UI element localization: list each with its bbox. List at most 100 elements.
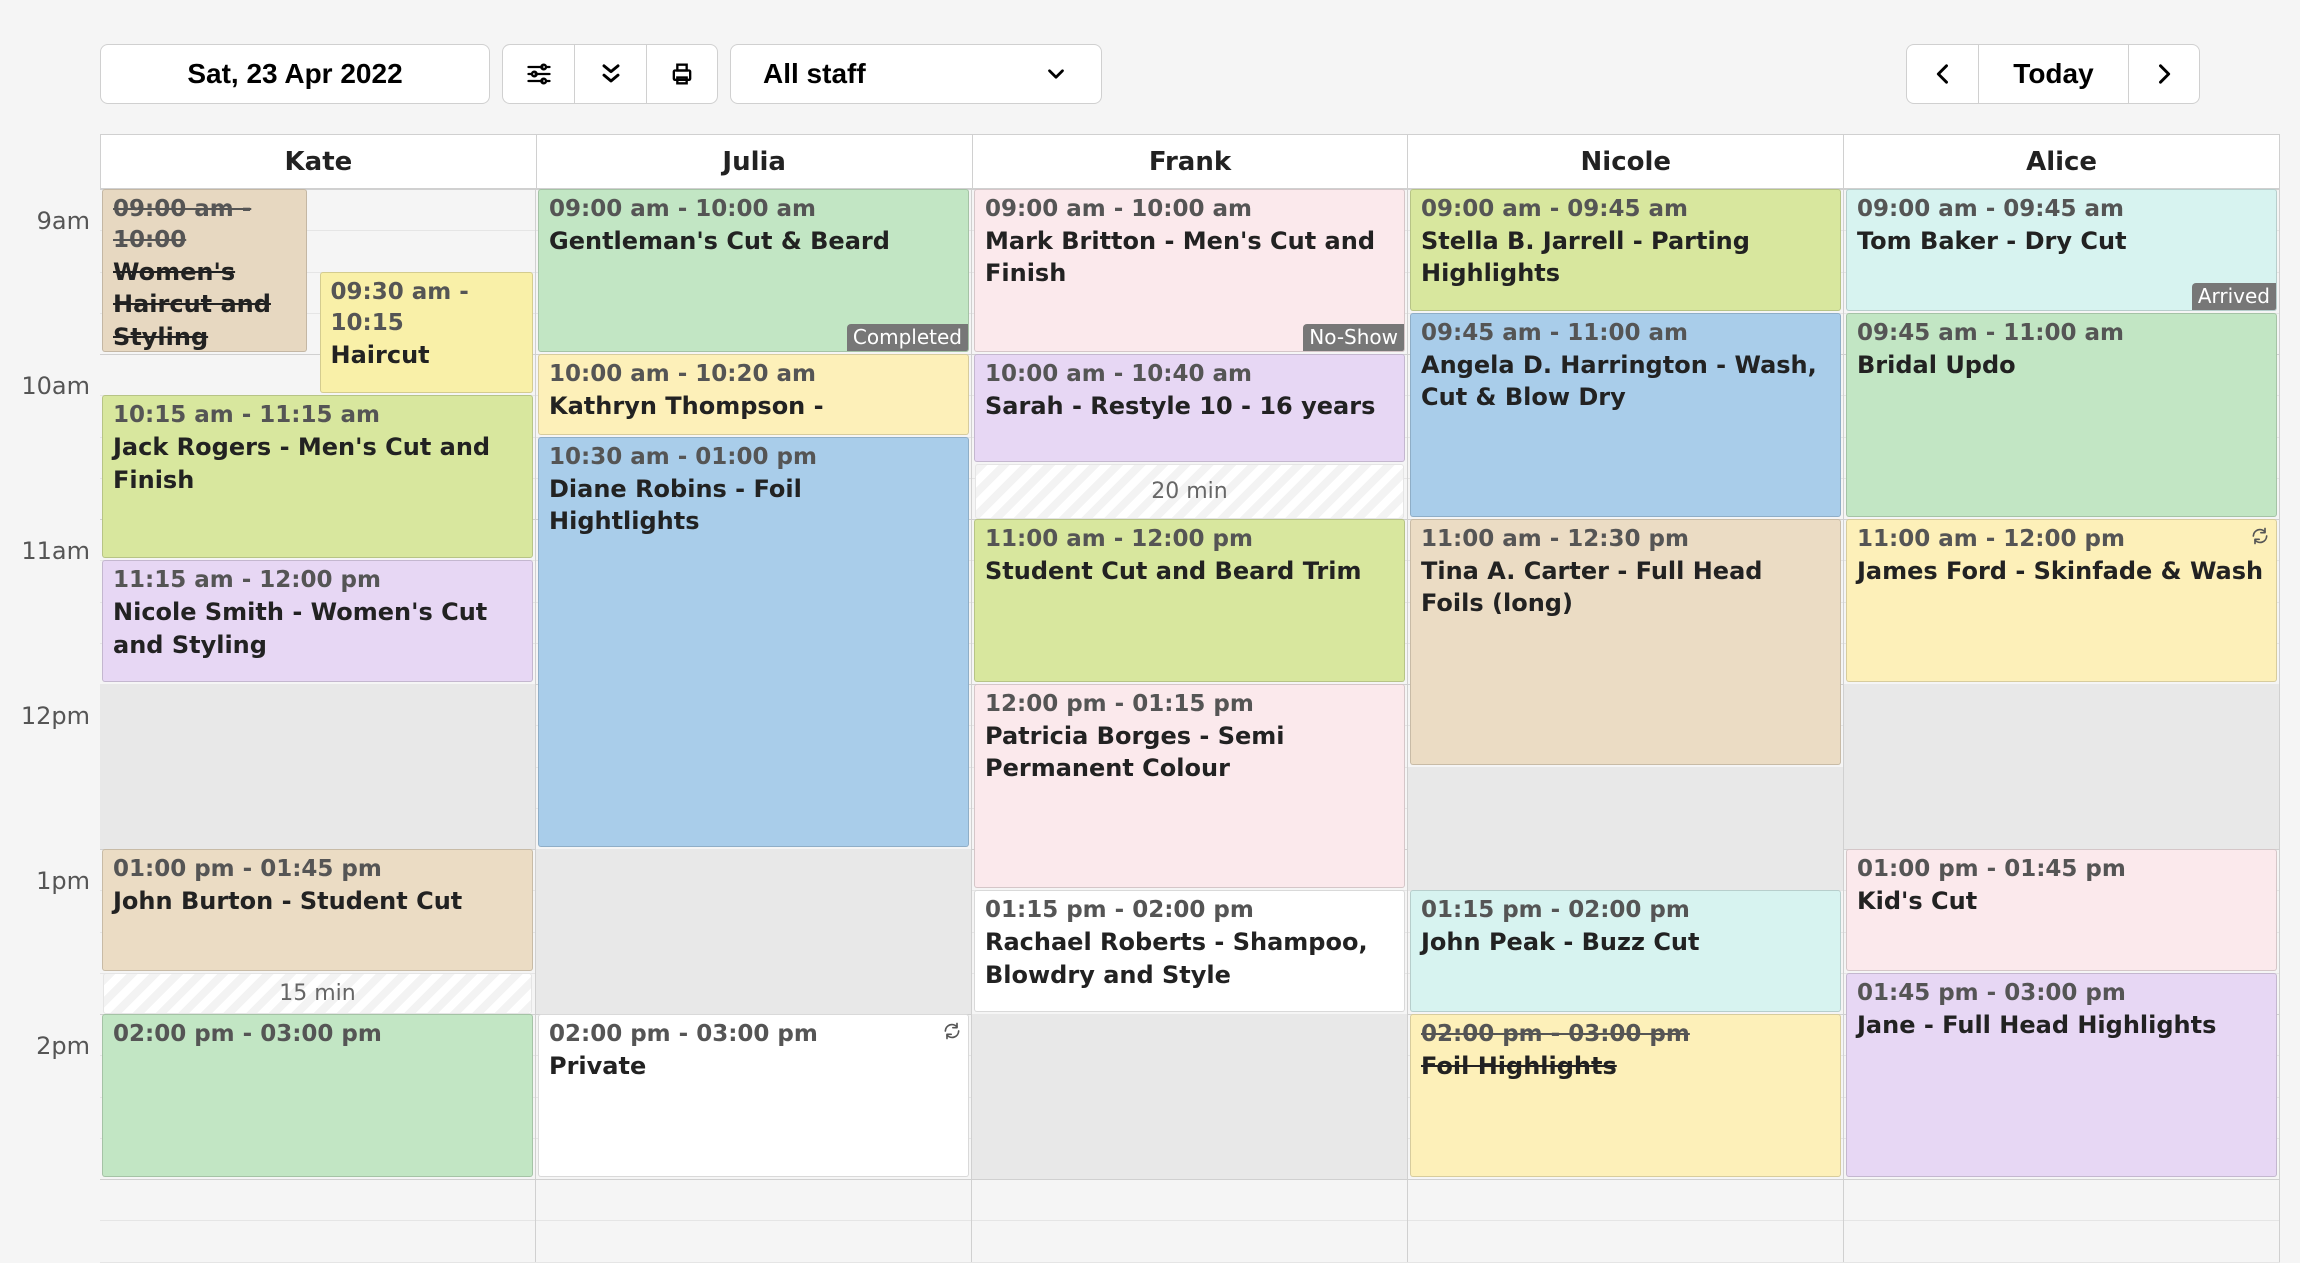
appointment-time: 10:00 am - 10:40 am: [985, 359, 1394, 390]
printer-icon: [668, 60, 696, 88]
appointment[interactable]: 10:30 am - 01:00 pmDiane Robins - Foil H…: [538, 437, 969, 848]
appointment-time: 02:00 pm - 03:00 pm: [549, 1019, 958, 1050]
appointment-title: James Ford - Skinfade & Wash: [1857, 557, 2263, 585]
unavailable-block: [972, 1014, 1407, 1179]
appointment-time: 12:00 pm - 01:15 pm: [985, 689, 1394, 720]
time-label: 10am: [0, 372, 90, 400]
recurring-icon: [2250, 526, 2270, 546]
time-label: 2pm: [0, 1032, 90, 1060]
appointment-time: 09:00 am - 09:45 am: [1421, 194, 1830, 225]
appointment[interactable]: 01:15 pm - 02:00 pmJohn Peak - Buzz Cut: [1410, 890, 1841, 1012]
appointment-title: Angela D. Harrington - Wash, Cut & Blow …: [1421, 351, 1817, 411]
date-picker-button[interactable]: Sat, 23 Apr 2022: [100, 44, 490, 104]
appointment[interactable]: 10:00 am - 10:40 amSarah - Restyle 10 - …: [974, 354, 1405, 462]
appointment[interactable]: 02:00 pm - 03:00 pmPrivate: [538, 1014, 969, 1177]
appointment-time: 09:45 am - 11:00 am: [1421, 318, 1830, 349]
appointment[interactable]: 09:00 am - 10:00 amGentleman's Cut & Bea…: [538, 189, 969, 352]
appointment-title: John Peak - Buzz Cut: [1421, 928, 1699, 956]
appointment[interactable]: 09:45 am - 11:00 amBridal Updo: [1846, 313, 2277, 517]
appointment[interactable]: 12:00 pm - 01:15 pmPatricia Borges - Sem…: [974, 684, 1405, 888]
time-label: 12pm: [0, 702, 90, 730]
today-button[interactable]: Today: [1978, 44, 2128, 104]
appointment-title: Tina A. Carter - Full Head Foils (long): [1421, 557, 1762, 617]
time-label: 11am: [0, 537, 90, 565]
appointment[interactable]: 01:00 pm - 01:45 pmJohn Burton - Student…: [102, 849, 533, 971]
gap-block: 15 min: [103, 973, 532, 1014]
column-header[interactable]: Julia: [537, 134, 973, 189]
appointment[interactable]: 11:15 am - 12:00 pmNicole Smith - Women'…: [102, 560, 533, 682]
status-badge: No-Show: [1303, 324, 1404, 351]
calendar-grid[interactable]: 15 min 09:00 am - 10:00Women's Haircut an…: [100, 189, 2280, 1262]
appointment[interactable]: 09:00 am - 09:45 amTom Baker - Dry CutAr…: [1846, 189, 2277, 311]
appointment-title: Sarah - Restyle 10 - 16 years: [985, 392, 1375, 420]
appointment-time: 01:15 pm - 02:00 pm: [985, 895, 1394, 926]
appointment-title: Stella B. Jarrell - Parting Highlights: [1421, 227, 1750, 287]
staff-select-label: All staff: [763, 58, 1043, 90]
appointment[interactable]: 01:15 pm - 02:00 pmRachael Roberts - Sha…: [974, 890, 1405, 1012]
column-header[interactable]: Kate: [100, 134, 537, 189]
appointment[interactable]: 02:00 pm - 03:00 pm: [102, 1014, 533, 1177]
column-header[interactable]: Frank: [973, 134, 1409, 189]
appointment-title: Tom Baker - Dry Cut: [1857, 227, 2127, 255]
staff-column[interactable]: 20 min 09:00 am - 10:00 amMark Britton - …: [972, 189, 1408, 1262]
column-header[interactable]: Alice: [1844, 134, 2280, 189]
appointment-title: Haircut: [331, 341, 430, 369]
appointment-title: Jack Rogers - Men's Cut and Finish: [113, 433, 490, 493]
appointment-title: Bridal Updo: [1857, 351, 2016, 379]
staff-column[interactable]: 09:00 am - 10:00 amGentleman's Cut & Bea…: [536, 189, 972, 1262]
appointment-time: 09:45 am - 11:00 am: [1857, 318, 2266, 349]
view-actions-group: [502, 44, 718, 104]
appointment[interactable]: 01:45 pm - 03:00 pmJane - Full Head High…: [1846, 973, 2277, 1177]
appointment[interactable]: 09:45 am - 11:00 amAngela D. Harrington …: [1410, 313, 1841, 517]
recurring-icon: [942, 1021, 962, 1041]
appointment[interactable]: 09:00 am - 10:00 amMark Britton - Men's …: [974, 189, 1405, 352]
gap-block: 20 min: [975, 464, 1404, 519]
appointment-time: 11:15 am - 12:00 pm: [113, 565, 522, 596]
appointment-time: 09:00 am - 10:00 am: [985, 194, 1394, 225]
appointment-title: Kathryn Thompson -: [549, 392, 824, 420]
appointment[interactable]: 10:15 am - 11:15 amJack Rogers - Men's C…: [102, 395, 533, 558]
next-day-button[interactable]: [2128, 44, 2200, 104]
appointment-title: Jane - Full Head Highlights: [1857, 1011, 2216, 1039]
appointment-time: 11:00 am - 12:30 pm: [1421, 524, 1830, 555]
chevrons-down-icon: [597, 60, 625, 88]
appointment-time: 09:00 am - 10:00: [113, 194, 296, 256]
time-label: 9am: [0, 207, 90, 235]
appointment-time: 10:15 am - 11:15 am: [113, 400, 522, 431]
appointment-time: 09:30 am - 10:15: [331, 277, 523, 339]
unavailable-block: [100, 684, 535, 849]
appointment[interactable]: 11:00 am - 12:30 pmTina A. Carter - Full…: [1410, 519, 1841, 765]
filters-button[interactable]: [502, 44, 574, 104]
staff-column[interactable]: 09:00 am - 09:45 amTom Baker - Dry CutAr…: [1844, 189, 2280, 1262]
toolbar: Sat, 23 Apr 2022 All staff Today: [0, 0, 2300, 134]
appointment-title: Women's Haircut and Styling: [113, 258, 271, 351]
staff-column[interactable]: 15 min 09:00 am - 10:00Women's Haircut an…: [100, 189, 536, 1262]
appointment-time: 01:45 pm - 03:00 pm: [1857, 978, 2266, 1009]
staff-select[interactable]: All staff: [730, 44, 1102, 104]
appointment[interactable]: 09:00 am - 10:00Women's Haircut and Styl…: [102, 189, 307, 352]
appointment[interactable]: 11:00 am - 12:00 pmJames Ford - Skinfade…: [1846, 519, 2277, 682]
appointment[interactable]: 02:00 pm - 03:00 pmFoil Highlights: [1410, 1014, 1841, 1177]
chevron-right-icon: [2150, 60, 2178, 88]
calendar-header: KateJuliaFrankNicoleAlice: [100, 134, 2280, 189]
appointment[interactable]: 09:30 am - 10:15Haircut: [320, 272, 534, 394]
print-button[interactable]: [646, 44, 718, 104]
prev-day-button[interactable]: [1906, 44, 1978, 104]
expand-button[interactable]: [574, 44, 646, 104]
chevron-left-icon: [1929, 60, 1957, 88]
appointment-title: Kid's Cut: [1857, 887, 1977, 915]
appointment[interactable]: 10:00 am - 10:20 amKathryn Thompson -: [538, 354, 969, 435]
column-header[interactable]: Nicole: [1408, 134, 1844, 189]
appointment-time: 02:00 pm - 03:00 pm: [1421, 1019, 1830, 1050]
staff-column[interactable]: 09:00 am - 09:45 amStella B. Jarrell - P…: [1408, 189, 1844, 1262]
appointment[interactable]: 09:00 am - 09:45 amStella B. Jarrell - P…: [1410, 189, 1841, 311]
appointment[interactable]: 01:00 pm - 01:45 pmKid's Cut: [1846, 849, 2277, 971]
appointment-title: Student Cut and Beard Trim: [985, 557, 1362, 585]
date-nav-group: Today: [1906, 44, 2200, 104]
appointment-title: Mark Britton - Men's Cut and Finish: [985, 227, 1375, 287]
time-label: 1pm: [0, 867, 90, 895]
appointment[interactable]: 11:00 am - 12:00 pmStudent Cut and Beard…: [974, 519, 1405, 682]
sliders-icon: [525, 60, 553, 88]
unavailable-block: [1844, 684, 2279, 849]
appointment-time: 11:00 am - 12:00 pm: [1857, 524, 2266, 555]
